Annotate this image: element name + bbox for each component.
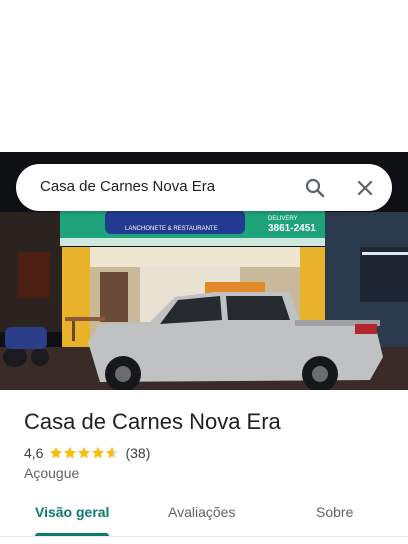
rating-value: 4,6 <box>24 445 44 461</box>
reviews-count[interactable]: (38) <box>125 445 150 461</box>
place-tabs: Visão geral Avaliações Sobre <box>0 496 408 537</box>
star-icon <box>50 447 63 459</box>
search-input[interactable]: Casa de Carnes Nova Era <box>40 178 215 195</box>
star-rating <box>49 446 119 460</box>
rating-row[interactable]: 4,6 (38) <box>24 444 150 462</box>
sign-phone: 3861-2451 <box>268 223 316 234</box>
sign-delivery: DELIVERY <box>268 216 298 222</box>
sign-subtitle: LANCHONETE & RESTAURANTE <box>125 226 218 232</box>
close-icon[interactable] <box>353 176 377 200</box>
active-tab-indicator <box>35 533 109 536</box>
map-area-blank <box>0 0 408 152</box>
tab-about[interactable]: Sobre <box>316 504 353 520</box>
search-icon[interactable] <box>303 176 327 200</box>
star-icon <box>78 447 91 459</box>
star-icon <box>106 447 119 459</box>
star-icon <box>92 447 105 459</box>
star-icon <box>64 447 77 459</box>
search-bar[interactable]: Casa de Carnes Nova Era <box>16 164 392 211</box>
place-category[interactable]: Açougue <box>24 465 79 481</box>
tab-reviews[interactable]: Avaliações <box>168 504 235 520</box>
place-title: Casa de Carnes Nova Era <box>24 409 281 434</box>
tab-overview[interactable]: Visão geral <box>35 504 109 520</box>
